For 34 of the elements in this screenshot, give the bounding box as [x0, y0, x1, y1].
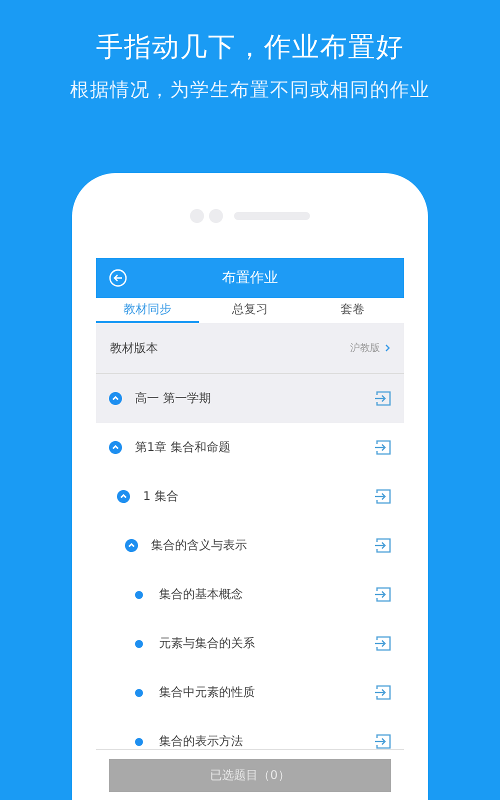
bullet-icon	[135, 688, 143, 696]
tree-label: 集合中元素的性质	[159, 684, 256, 701]
chevron-right-icon	[385, 344, 390, 352]
collapse-icon[interactable]	[117, 490, 130, 503]
enter-icon[interactable]	[374, 390, 392, 407]
tree-label: 集合的含义与表示	[151, 537, 248, 554]
enter-icon[interactable]	[374, 635, 392, 652]
enter-icon[interactable]	[374, 684, 392, 701]
version-value: 沪教版	[350, 342, 380, 355]
bullet-icon	[135, 590, 143, 598]
textbook-version-row[interactable]: 教材版本 沪教版	[96, 323, 404, 374]
tree-label: 元素与集合的关系	[159, 635, 256, 652]
enter-icon[interactable]	[374, 537, 392, 554]
enter-icon[interactable]	[374, 733, 392, 749]
enter-icon[interactable]	[374, 488, 392, 505]
bullet-icon	[135, 640, 143, 648]
subheadline: 根据情况，为学生布置不同或相同的作业	[70, 78, 430, 103]
tree-label: 高一 第一学期	[135, 390, 212, 407]
collapse-icon[interactable]	[109, 441, 122, 454]
bullet-icon	[135, 738, 143, 746]
tab[interactable]: 套卷	[301, 298, 404, 323]
tree-label: 第1章 集合和命题	[135, 439, 232, 456]
collapse-icon[interactable]	[125, 539, 138, 552]
enter-icon[interactable]	[374, 586, 392, 603]
enter-icon[interactable]	[374, 439, 392, 456]
collapse-icon[interactable]	[109, 392, 122, 405]
screen-title: 布置作业	[222, 269, 278, 287]
tree-label: 1 集合	[143, 488, 180, 505]
tab[interactable]: 总复习	[198, 298, 302, 323]
row-label: 教材版本	[110, 340, 158, 356]
headline: 手指动几下，作业布置好	[96, 31, 404, 65]
tree-label: 集合的基本概念	[159, 586, 244, 603]
tree-label: 集合的表示方法	[159, 733, 244, 749]
back-icon[interactable]	[109, 269, 127, 287]
